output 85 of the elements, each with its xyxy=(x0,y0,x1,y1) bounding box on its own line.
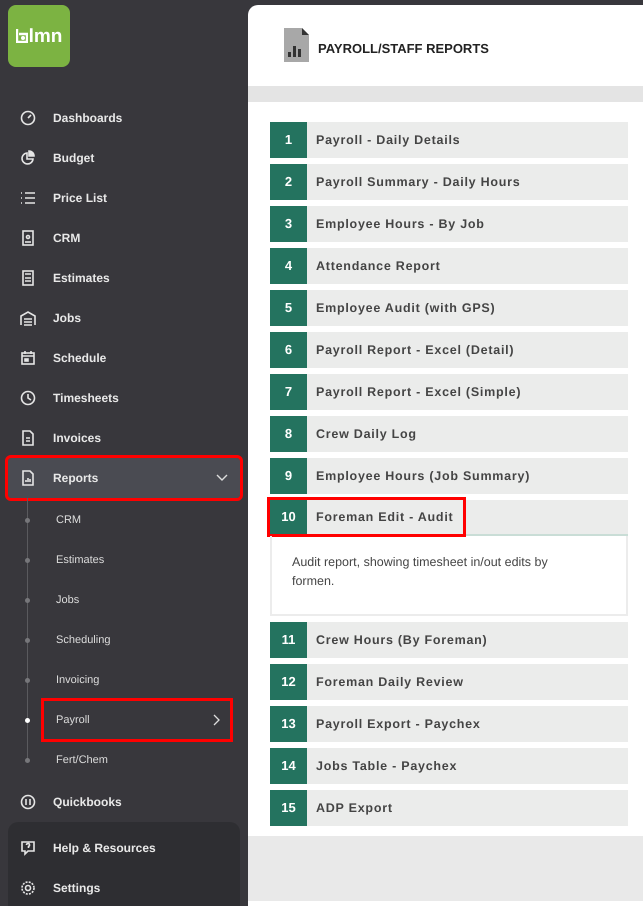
report-row[interactable]: 9 Employee Hours (Job Summary) xyxy=(270,458,628,494)
report-title: Payroll Report - Excel (Detail) xyxy=(315,342,514,359)
sub-nav-item[interactable]: Jobs xyxy=(44,581,230,619)
nav-item[interactable]: Timesheets xyxy=(8,378,240,418)
nav-item[interactable]: Dashboards xyxy=(8,98,240,138)
sub-nav-item[interactable]: Payroll xyxy=(44,701,230,739)
report-title: Crew Daily Log xyxy=(315,426,417,443)
report-number: 3 xyxy=(270,206,307,242)
report-number: 14 xyxy=(270,748,307,784)
report-title: Attendance Report xyxy=(315,258,441,275)
report-number: 1 xyxy=(270,122,307,158)
sub-nav-item[interactable]: CRM xyxy=(44,501,230,539)
report-title: Payroll Export - Paychex xyxy=(315,716,481,733)
report-title: Foreman Edit - Audit xyxy=(315,508,454,526)
report-row[interactable]: 10 Foreman Edit - Audit xyxy=(270,500,628,536)
nav-item[interactable]: Settings xyxy=(8,868,240,906)
report-row[interactable]: 11 Crew Hours (By Foreman) xyxy=(270,622,628,658)
report-number: 13 xyxy=(270,706,307,742)
report-row[interactable]: 2 Payroll Summary - Daily Hours xyxy=(270,164,628,200)
chevron-right-icon xyxy=(213,714,220,726)
report-title: Payroll - Daily Details xyxy=(315,132,460,149)
clock-icon xyxy=(20,390,36,406)
contact-card-icon xyxy=(20,230,36,246)
report-number: 11 xyxy=(270,622,307,658)
calculator-icon xyxy=(20,270,36,286)
report-row[interactable]: 4 Attendance Report xyxy=(270,248,628,284)
gauge-icon xyxy=(20,110,36,126)
report-title: Employee Hours - By Job xyxy=(315,216,485,233)
report-number: 5 xyxy=(270,290,307,326)
report-number: 8 xyxy=(270,416,307,452)
help-icon xyxy=(20,840,36,856)
nav-item[interactable]: Reports xyxy=(8,458,240,498)
report-number: 2 xyxy=(270,164,307,200)
sub-nav-item[interactable]: Scheduling xyxy=(44,621,230,659)
report-number: 10 xyxy=(270,500,307,534)
nav-item[interactable]: Quickbooks xyxy=(8,782,240,822)
report-description: Audit report, showing timesheet in/out edits by formen. xyxy=(270,536,628,616)
report-row[interactable]: 1 Payroll - Daily Details xyxy=(270,122,628,158)
sub-nav-item[interactable]: Invoicing xyxy=(44,661,230,699)
nav-item[interactable]: Jobs xyxy=(8,298,240,338)
report-icon xyxy=(20,470,36,486)
report-title: Jobs Table - Paychex xyxy=(315,758,458,775)
report-row[interactable]: 14 Jobs Table - Paychex xyxy=(270,748,628,784)
report-title: Foreman Daily Review xyxy=(315,674,464,691)
report-number: 12 xyxy=(270,664,307,700)
invoice-icon xyxy=(20,430,36,446)
calendar-icon xyxy=(20,350,36,366)
nav-item[interactable]: Invoices xyxy=(8,418,240,458)
report-row[interactable]: 15 ADP Export xyxy=(270,790,628,826)
nav-item[interactable]: Estimates xyxy=(8,258,240,298)
report-number: 7 xyxy=(270,374,307,410)
report-title: Payroll Summary - Daily Hours xyxy=(315,174,520,191)
page-title: PAYROLL/STAFF REPORTS xyxy=(318,40,489,58)
report-number: 4 xyxy=(270,248,307,284)
report-document-icon xyxy=(283,28,310,63)
chevron-down-icon xyxy=(216,474,228,482)
logo-text: lmn xyxy=(28,26,62,46)
settings-icon xyxy=(20,880,36,896)
report-title: Payroll Report - Excel (Simple) xyxy=(315,384,522,401)
report-number: 6 xyxy=(270,332,307,368)
report-row[interactable]: 13 Payroll Export - Paychex xyxy=(270,706,628,742)
nav-item[interactable]: Budget xyxy=(8,138,240,178)
report-number: 15 xyxy=(270,790,307,826)
report-title: Employee Audit (with GPS) xyxy=(315,300,496,317)
pie-chart-icon xyxy=(20,150,36,166)
report-number: 9 xyxy=(270,458,307,494)
logo-mark-icon xyxy=(16,29,28,43)
nav-item[interactable]: Help & Resources xyxy=(8,828,240,868)
list-icon xyxy=(20,190,36,206)
nav-item[interactable]: CRM xyxy=(8,218,240,258)
nav-item[interactable]: Price List xyxy=(8,178,240,218)
nav-item[interactable]: Schedule xyxy=(8,338,240,378)
report-title: Employee Hours (Job Summary) xyxy=(315,468,530,485)
report-row[interactable]: 8 Crew Daily Log xyxy=(270,416,628,452)
garage-icon xyxy=(20,310,36,326)
report-row[interactable]: 6 Payroll Report - Excel (Detail) xyxy=(270,332,628,368)
report-row[interactable]: 5 Employee Audit (with GPS) xyxy=(270,290,628,326)
report-row[interactable]: 3 Employee Hours - By Job xyxy=(270,206,628,242)
report-title: ADP Export xyxy=(315,800,393,817)
report-row[interactable]: 12 Foreman Daily Review xyxy=(270,664,628,700)
sub-nav-item[interactable]: Fert/Chem xyxy=(44,741,230,779)
report-title: Crew Hours (By Foreman) xyxy=(315,632,488,649)
quickbooks-icon xyxy=(20,794,36,810)
sub-nav-item[interactable]: Estimates xyxy=(44,541,230,579)
report-row[interactable]: 7 Payroll Report - Excel (Simple) xyxy=(270,374,628,410)
